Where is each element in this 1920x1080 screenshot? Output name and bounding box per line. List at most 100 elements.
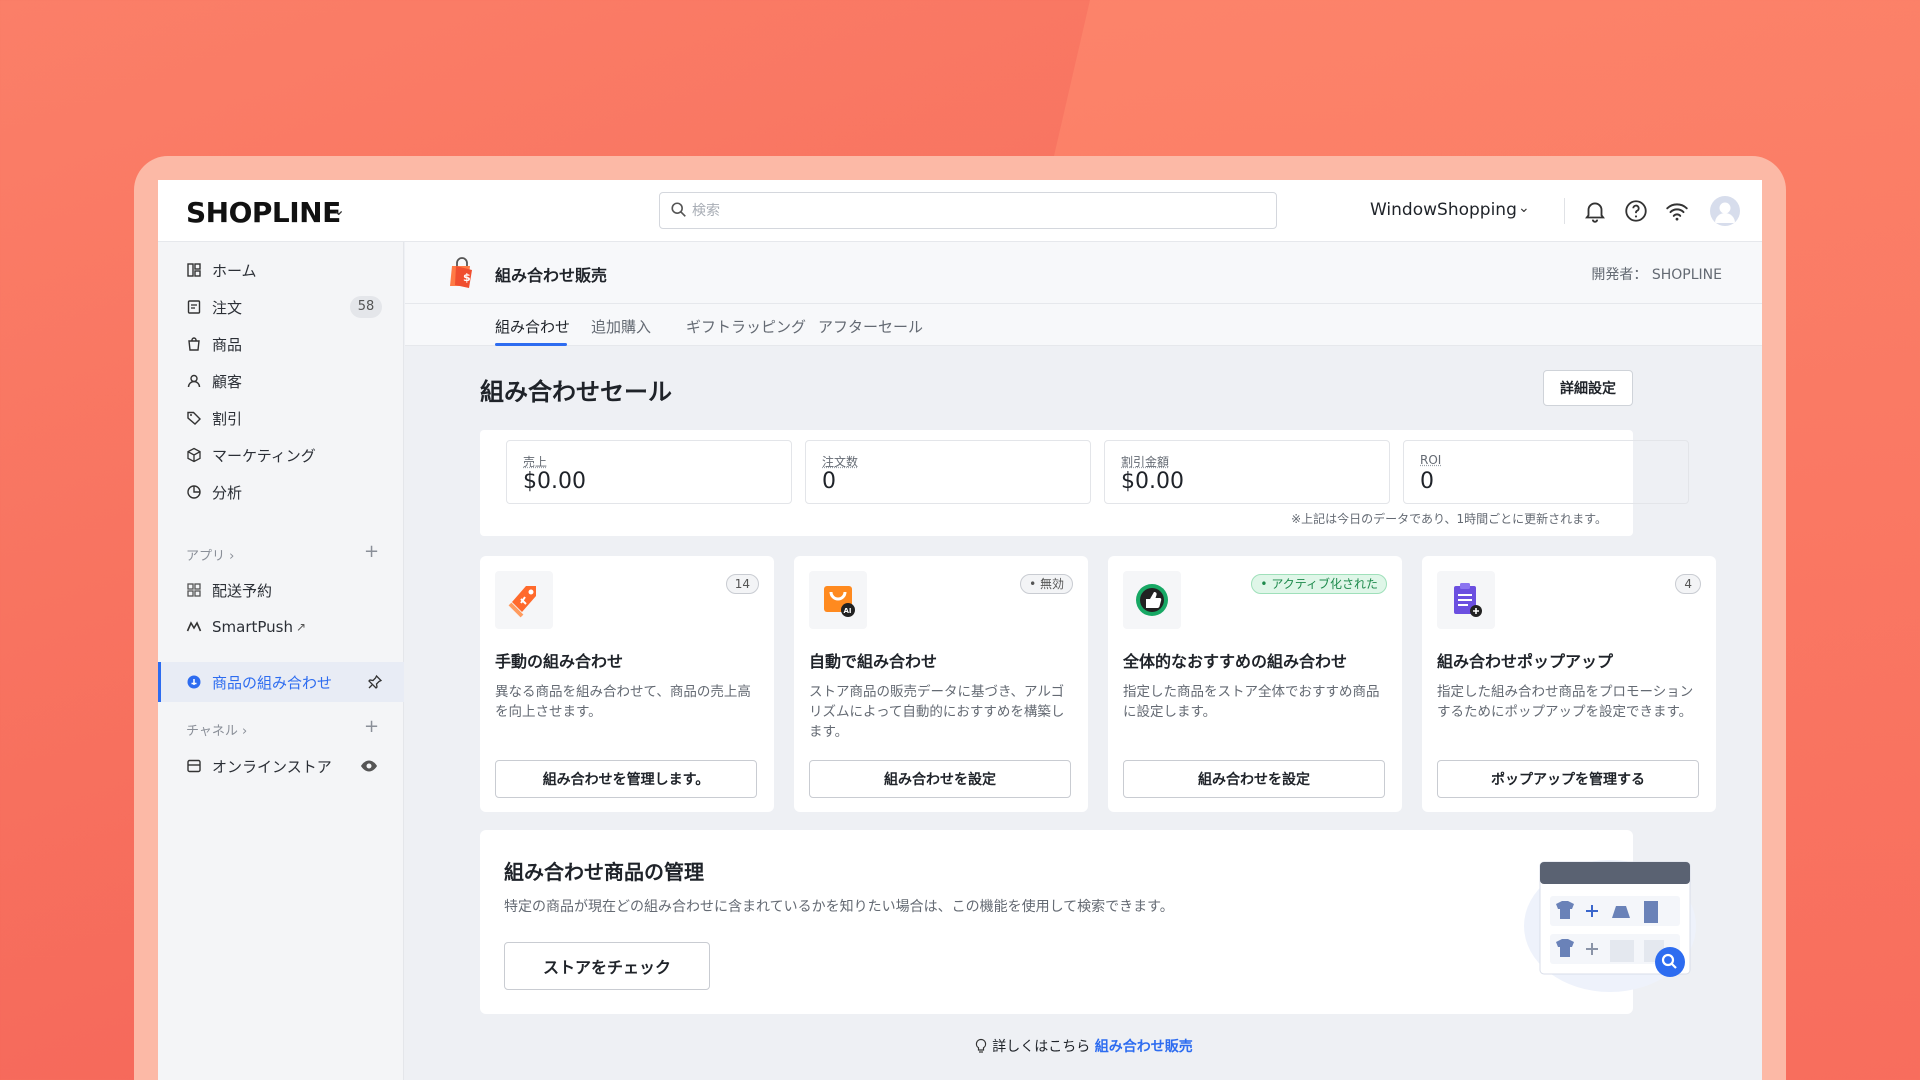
section-description: 特定の商品が現在どの組み合わせに含まれているかを知りたい場合は、この機能を使用し… xyxy=(504,899,1174,915)
apps-section-label[interactable]: アプリ › xyxy=(186,545,234,564)
tab-gift-wrapping[interactable]: ギフトラッピング xyxy=(686,316,806,337)
divider xyxy=(1564,198,1565,224)
ai-bag-icon: AI xyxy=(809,571,867,629)
card-title: 自動で組み合わせ xyxy=(809,652,938,671)
thumbs-up-icon xyxy=(1123,571,1181,629)
stat-value: $0.00 xyxy=(523,469,586,494)
external-link-icon: ↗ xyxy=(295,620,307,634)
shopline-app-icon xyxy=(184,672,204,692)
bell-icon[interactable] xyxy=(1582,198,1608,224)
stats-note: ※上記は今日のデータであり、1時間ごとに更新されます。 xyxy=(1291,512,1607,526)
tab-bundle[interactable]: 組み合わせ xyxy=(495,316,570,337)
card-auto-bundle: AI • 無効 自動で組み合わせ ストア商品の販売データに基づき、アルゴリズムに… xyxy=(794,556,1088,812)
store-selector[interactable]: WindowShopping xyxy=(1370,200,1517,220)
sidebar-item-orders[interactable]: 注文 xyxy=(184,293,242,321)
order-icon xyxy=(184,297,204,317)
stat-discount: 割引金額 $0.00 xyxy=(1104,440,1390,504)
manage-popup-button[interactable]: ポップアップを管理する xyxy=(1437,760,1699,798)
tag-orange-icon xyxy=(495,571,553,629)
channels-section-label[interactable]: チャネル › xyxy=(186,720,247,739)
sidebar-item-label: マーケティング xyxy=(212,446,316,465)
sidebar-item-label: 商品の組み合わせ xyxy=(212,673,333,692)
app-header: $ 組み合わせ販売 開発者： SHOPLINE xyxy=(405,242,1762,304)
sidebar-item-bundle[interactable]: 商品の組み合わせ xyxy=(158,662,404,702)
sidebar-item-label: 注文 xyxy=(212,298,243,317)
card-title: 手動の組み合わせ xyxy=(495,652,624,671)
app-title: 組み合わせ販売 xyxy=(495,266,608,285)
add-channel-icon[interactable]: + xyxy=(364,716,379,737)
sidebar-item-smartpush[interactable]: SmartPush ↗ xyxy=(184,613,306,641)
eye-icon[interactable] xyxy=(360,758,378,774)
status-badge: • 無効 xyxy=(1020,574,1073,594)
card-global-recommend: • アクティブ化された 全体的なおすすめの組み合わせ 指定した商品をストア全体で… xyxy=(1108,556,1402,812)
stat-roi: ROI 0 xyxy=(1403,440,1689,504)
app-window: SHOPLINE ⌄ WindowShopping ⌄ ホーム 注文 58 商品 xyxy=(158,180,1762,1080)
sidebar-item-home[interactable]: ホーム xyxy=(184,256,257,284)
sidebar-item-customers[interactable]: 顧客 xyxy=(184,367,242,395)
sidebar-item-products[interactable]: 商品 xyxy=(184,330,242,358)
learn-more-link[interactable]: 組み合わせ販売 xyxy=(1095,1039,1193,1055)
status-badge: • アクティブ化された xyxy=(1251,574,1387,594)
card-title: 組み合わせポップアップ xyxy=(1437,652,1614,671)
shopline-logo[interactable]: SHOPLINE xyxy=(186,196,341,229)
advanced-settings-button[interactable]: 詳細設定 xyxy=(1543,370,1633,406)
card-description: ストア商品の販売データに基づき、アルゴリズムによって自動的におすすめを構築します… xyxy=(809,684,1065,740)
avatar[interactable] xyxy=(1710,196,1740,226)
cube-icon xyxy=(184,445,204,465)
tab-after-sale[interactable]: アフターセール xyxy=(818,316,923,337)
sidebar-item-label: 配送予約 xyxy=(212,581,273,600)
main-content: 組み合わせセール 詳細設定 売上 $0.00 注文数 0 割引金額 $0.00 … xyxy=(405,346,1762,1080)
configure-bundle-button[interactable]: 組み合わせを設定 xyxy=(1123,760,1385,798)
search-box[interactable] xyxy=(659,192,1277,229)
card-description: 異なる商品を組み合わせて、商品の売上高を向上させます。 xyxy=(495,684,751,720)
tab-addon[interactable]: 追加購入 xyxy=(591,316,651,337)
stat-label[interactable]: 注文数 xyxy=(822,453,858,470)
learn-more-prefix: 詳しくはこちら xyxy=(992,1039,1091,1055)
sidebar-item-online-store[interactable]: オンラインストア xyxy=(184,752,332,780)
clipboard-icon xyxy=(1437,571,1495,629)
learn-more: 詳しくはこちら 組み合わせ販売 xyxy=(405,1036,1762,1058)
wifi-icon[interactable] xyxy=(1664,198,1690,224)
stat-label[interactable]: 売上 xyxy=(523,453,547,470)
check-store-button[interactable]: ストアをチェック xyxy=(504,942,710,990)
lightbulb-icon xyxy=(974,1038,988,1058)
sidebar-item-label: 割引 xyxy=(212,409,243,428)
chevron-down-icon[interactable]: ⌄ xyxy=(332,200,345,219)
stat-label[interactable]: ROI xyxy=(1420,453,1441,467)
stat-value: 0 xyxy=(822,469,836,494)
sidebar-item-label: ホーム xyxy=(212,261,257,280)
developer-label: 開発者： SHOPLINE xyxy=(1591,267,1722,283)
sidebar-item-discounts[interactable]: 割引 xyxy=(184,404,242,432)
manage-bundles-button[interactable]: 組み合わせを管理します。 xyxy=(495,760,757,798)
stat-label[interactable]: 割引金額 xyxy=(1121,453,1169,470)
search-icon xyxy=(671,202,686,217)
bag-icon xyxy=(184,334,204,354)
add-app-icon[interactable]: + xyxy=(364,541,379,562)
search-illustration xyxy=(1524,860,1696,992)
pin-icon[interactable] xyxy=(367,674,383,690)
count-badge: 4 xyxy=(1675,574,1701,594)
home-icon xyxy=(184,260,204,280)
stat-orders: 注文数 0 xyxy=(805,440,1091,504)
section-title: 組み合わせ商品の管理 xyxy=(504,860,704,884)
top-bar: SHOPLINE ⌄ WindowShopping ⌄ xyxy=(158,180,1762,242)
person-icon xyxy=(184,371,204,391)
help-icon[interactable] xyxy=(1623,198,1649,224)
configure-bundle-button[interactable]: 組み合わせを設定 xyxy=(809,760,1071,798)
sidebar-item-label: SmartPush xyxy=(212,618,293,636)
search-input[interactable] xyxy=(692,199,1252,223)
sidebar-item-delivery[interactable]: 配送予約 xyxy=(184,576,272,604)
card-bundle-popup: 4 組み合わせポップアップ 指定した組み合わせ商品をプロモーションするためにポッ… xyxy=(1422,556,1716,812)
sidebar-item-analytics[interactable]: 分析 xyxy=(184,478,242,506)
sidebar: ホーム 注文 58 商品 顧客 割引 マーケティング 分析 アプリ › + 配送… xyxy=(158,242,404,1080)
stat-value: 0 xyxy=(1420,469,1434,494)
sidebar-item-label: 商品 xyxy=(212,335,243,354)
sidebar-item-marketing[interactable]: マーケティング xyxy=(184,441,316,469)
shopping-bag-icon: $ xyxy=(450,257,472,288)
count-badge: 14 xyxy=(725,574,759,594)
sidebar-item-label: オンラインストア xyxy=(212,757,332,776)
stats-panel: 売上 $0.00 注文数 0 割引金額 $0.00 ROI 0 ※上記は今日のデ… xyxy=(480,430,1689,536)
store-icon xyxy=(184,756,204,776)
smartpush-icon xyxy=(184,617,204,637)
chevron-down-icon[interactable]: ⌄ xyxy=(1518,200,1530,216)
